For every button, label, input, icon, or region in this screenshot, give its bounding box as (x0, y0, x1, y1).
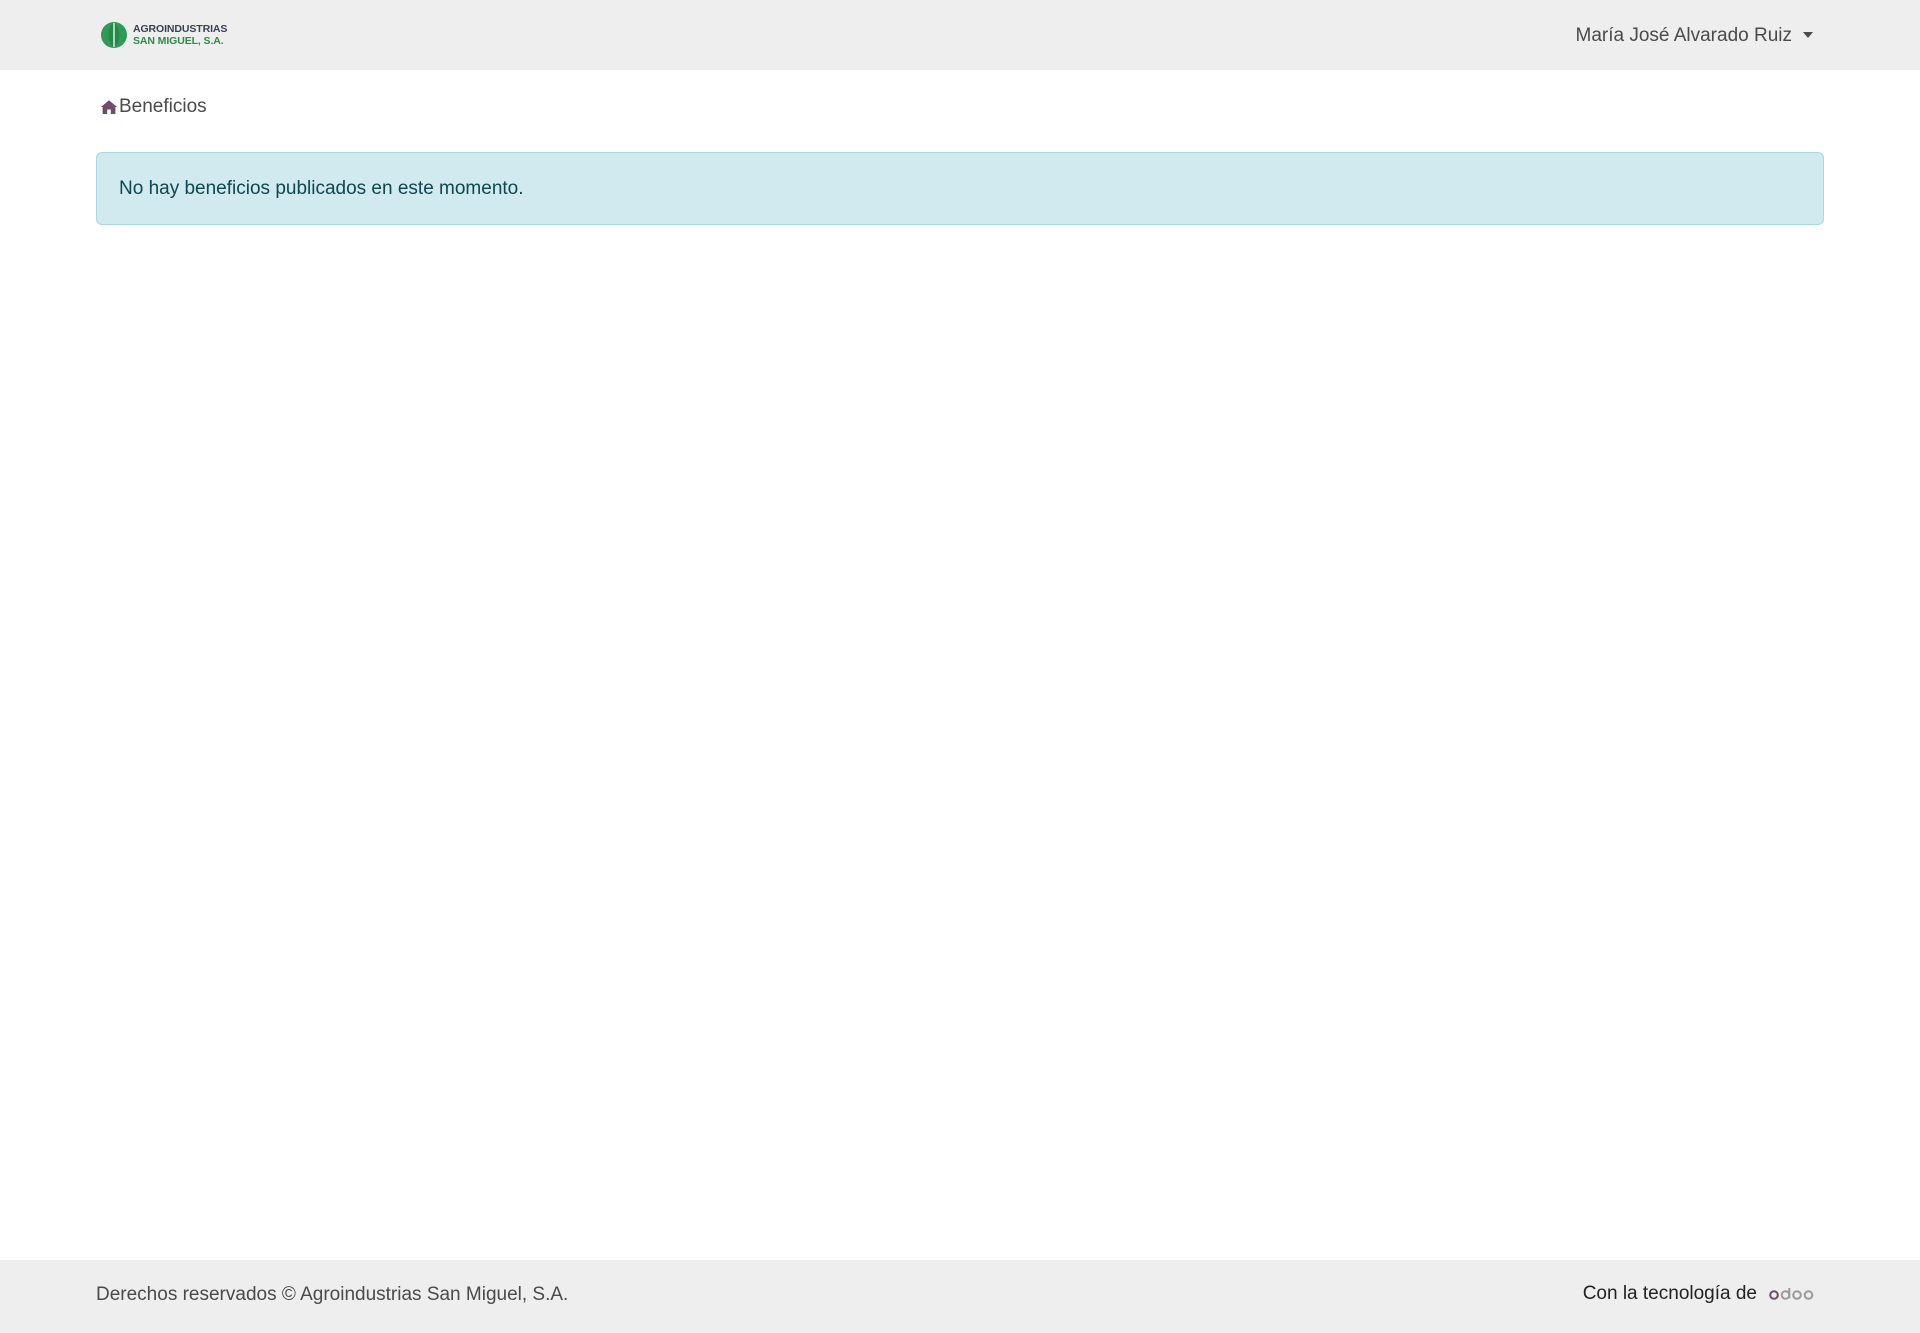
copyright-label: Derechos reservados © Agroindustrias San… (96, 1284, 569, 1305)
company-logo[interactable]: AGROINDUSTRIAS SAN MIGUEL, S.A. (100, 20, 227, 50)
logo-text-line2: SAN MIGUEL, S.A. (133, 35, 224, 47)
powered-by: Con la tecnología de (1583, 1283, 1815, 1305)
company-logo-text: AGROINDUSTRIAS SAN MIGUEL, S.A. (133, 23, 227, 47)
leaf-logo-icon (101, 22, 127, 48)
no-benefits-alert: No hay beneficios publicados en este mom… (96, 152, 1824, 225)
footer: Derechos reservados © Agroindustrias San… (0, 1260, 1920, 1333)
powered-by-label: Con la tecnología de (1582, 1283, 1757, 1304)
caret-down-icon (1803, 32, 1813, 38)
breadcrumb-current: Beneficios (119, 96, 207, 117)
alert-message: No hay beneficios publicados en este mom… (119, 177, 524, 199)
odoo-logo-icon[interactable] (1769, 1286, 1815, 1302)
top-navbar: AGROINDUSTRIAS SAN MIGUEL, S.A. María Jo… (0, 0, 1920, 70)
copyright-text: Derechos reservados © Agroindustrias San… (96, 1284, 568, 1306)
page: AGROINDUSTRIAS SAN MIGUEL, S.A. María Jo… (0, 0, 1920, 1333)
user-menu-dropdown[interactable]: María José Alvarado Ruiz (1575, 22, 1813, 50)
breadcrumb: Beneficios (100, 95, 207, 119)
user-name: María José Alvarado Ruiz (1575, 25, 1793, 46)
logo-text-line1: AGROINDUSTRIAS (133, 23, 228, 35)
home-icon[interactable] (100, 99, 118, 115)
